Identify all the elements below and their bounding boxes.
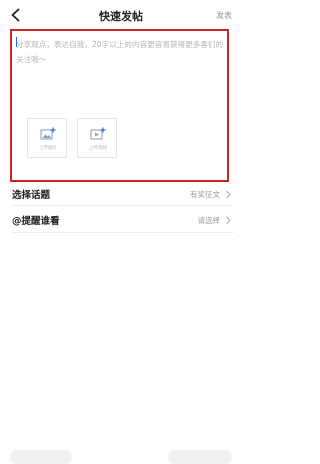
image-plus-icon	[40, 127, 56, 140]
chevron-right-icon	[226, 216, 231, 225]
text-caret	[16, 37, 17, 47]
upload-video-button[interactable]: 上传视频	[77, 118, 117, 158]
upload-video-label: 上传视频	[89, 146, 107, 151]
page-title: 快速发帖	[99, 10, 143, 23]
divider	[12, 205, 234, 206]
select-topic-label: 选择话题	[12, 190, 51, 201]
mention-row[interactable]: @提醒谁看 请选择	[0, 207, 242, 233]
publish-button[interactable]: 发表	[216, 10, 232, 21]
upload-image-button[interactable]: 上传图片	[27, 118, 67, 158]
post-content-input[interactable]: 分享观点，表达自我，20字以上的内容更容易获得更多客们的关注哦～	[16, 37, 228, 67]
select-topic-value: 有奖征文	[190, 190, 220, 199]
mention-value: 请选择	[197, 216, 221, 225]
top-bar: 快速发帖 发表	[0, 0, 242, 32]
video-plus-icon	[90, 127, 106, 140]
chevron-right-icon	[226, 190, 231, 199]
bottom-toolbar-pill-right[interactable]	[168, 450, 232, 464]
divider	[12, 232, 234, 233]
select-topic-row[interactable]: 选择话题 有奖征文	[0, 181, 242, 207]
bottom-toolbar-pill-left[interactable]	[10, 450, 72, 464]
upload-image-label: 上传图片	[39, 146, 57, 151]
mention-label: @提醒谁看	[12, 216, 60, 227]
